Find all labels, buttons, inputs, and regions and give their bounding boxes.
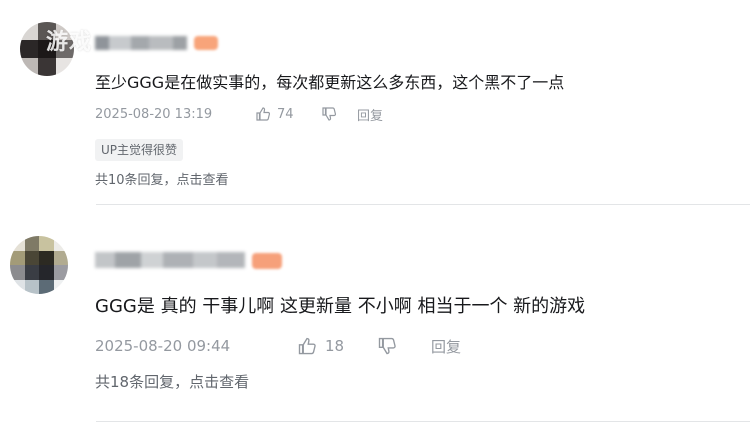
comment-meta: 2025-08-20 09:44 18 回复 bbox=[95, 334, 461, 358]
thumbs-down-icon bbox=[321, 106, 337, 122]
username-blurred[interactable] bbox=[95, 252, 245, 268]
timestamp: 2025-08-20 09:44 bbox=[95, 337, 231, 355]
comment-meta: 2025-08-20 13:19 74 回复 bbox=[95, 104, 383, 124]
avatar[interactable] bbox=[10, 236, 68, 294]
level-badge bbox=[194, 36, 218, 50]
level-badge bbox=[252, 253, 282, 269]
reply-button[interactable]: 回复 bbox=[357, 105, 383, 124]
dislike-button[interactable] bbox=[321, 106, 357, 122]
username-blurred[interactable] bbox=[95, 36, 187, 50]
view-replies-link[interactable]: 共10条回复，点击查看 bbox=[95, 172, 229, 190]
timestamp: 2025-08-20 13:19 bbox=[95, 106, 213, 122]
comment-text: GGG是 真的 干事儿啊 这更新量 不小啊 相当于一个 新的游戏 bbox=[95, 296, 586, 317]
thumbs-down-icon bbox=[377, 336, 397, 356]
watermark-text: 游戏 bbox=[46, 30, 93, 55]
comment-1: 游戏 至少GGG是在做实事的，每次都更新这么多东西，这个黑不了一点 2025-0… bbox=[0, 0, 750, 205]
like-button[interactable]: 18 bbox=[297, 336, 377, 356]
comment-2: GGG是 真的 干事儿啊 这更新量 不小啊 相当于一个 新的游戏 2025-08… bbox=[0, 205, 750, 429]
like-count: 18 bbox=[325, 337, 345, 355]
up-liked-tag: UP主觉得很赞 bbox=[95, 139, 184, 161]
thumbs-up-icon bbox=[255, 106, 271, 122]
dislike-button[interactable] bbox=[377, 336, 431, 356]
reply-button[interactable]: 回复 bbox=[431, 336, 461, 357]
comment-text: 至少GGG是在做实事的，每次都更新这么多东西，这个黑不了一点 bbox=[95, 73, 565, 92]
thumbs-up-icon bbox=[297, 336, 317, 356]
like-button[interactable]: 74 bbox=[255, 106, 321, 122]
like-count: 74 bbox=[277, 106, 294, 122]
view-replies-link[interactable]: 共18条回复，点击查看 bbox=[95, 372, 249, 392]
divider bbox=[96, 421, 750, 422]
